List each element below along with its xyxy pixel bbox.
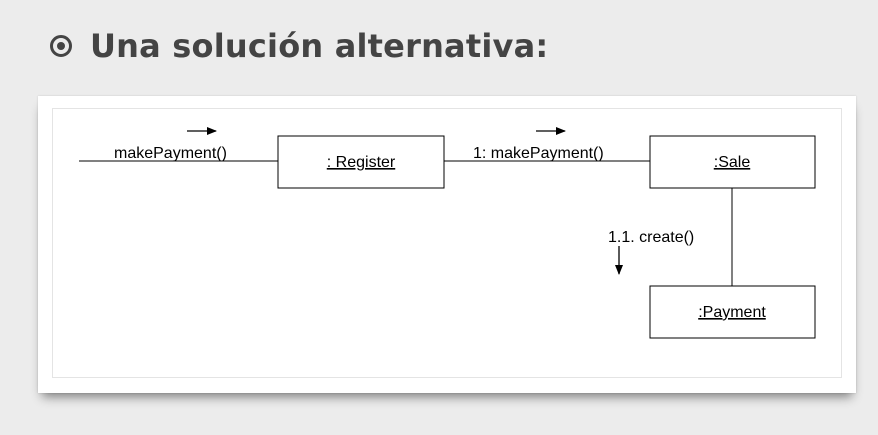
create-message-label: 1.1. create(): [608, 229, 694, 246]
register-object-label: : Register: [327, 154, 396, 171]
register-object: : Register: [277, 135, 445, 189]
bullet-icon: [50, 35, 72, 57]
incoming-message-label: makePayment(): [114, 145, 227, 162]
diagram-frame: makePayment() 1: makePayment() 1.1. crea…: [38, 96, 856, 393]
sale-object-label: :Sale: [714, 154, 751, 171]
payment-object: :Payment: [649, 285, 816, 339]
slide-title: Una solución alternativa:: [50, 18, 548, 74]
sale-object: :Sale: [649, 135, 816, 189]
payment-object-label: :Payment: [698, 304, 766, 321]
collaboration-diagram: makePayment() 1: makePayment() 1.1. crea…: [79, 127, 816, 339]
register-sale-message-label: 1: makePayment(): [473, 145, 604, 162]
slide-title-text: Una solución alternativa:: [90, 27, 549, 65]
